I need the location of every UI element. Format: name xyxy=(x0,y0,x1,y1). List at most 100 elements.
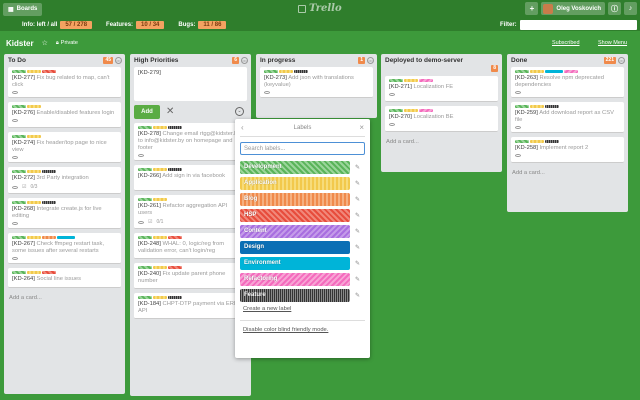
label-option-development[interactable]: Development ✎ xyxy=(240,161,365,174)
board-title[interactable]: Kidster xyxy=(6,39,34,48)
card[interactable]: [KD-267] Check ffmpeg restart task, some… xyxy=(8,233,121,264)
star-icon[interactable]: ☆ xyxy=(42,39,48,47)
card[interactable]: [KD-261] Refactor aggregation API users … xyxy=(134,195,247,229)
label-chip[interactable]: Environment xyxy=(240,257,350,270)
label-option-environment[interactable]: Environment ✎ xyxy=(240,257,365,270)
card[interactable]: [KD-277] Fix bug related to map, can't c… xyxy=(8,67,121,98)
features-stat-value: 10 / 34 xyxy=(136,20,165,29)
list-deployed: Deployed to demo-server 8 [KD-271] Local… xyxy=(381,54,502,172)
list-title[interactable]: Deployed to demo-server xyxy=(385,57,463,64)
label-chip[interactable]: HSP xyxy=(240,209,350,222)
boards-button[interactable]: ▦ Boards xyxy=(3,2,43,16)
card[interactable]: [KD-276] Enable/disabled features login xyxy=(8,102,121,128)
card[interactable]: [KD-258] Implement report 2 xyxy=(511,137,624,163)
add-card-link[interactable]: Add a card... xyxy=(4,292,125,307)
watch-icon xyxy=(515,91,521,94)
notification-bell-icon[interactable]: ♪ xyxy=(624,2,637,15)
label-option-design[interactable]: Design ✎ xyxy=(240,241,365,254)
card-composer-textarea[interactable]: [KD-279] xyxy=(134,67,247,101)
card[interactable]: [KD-264] Social line issues xyxy=(8,268,121,288)
list-menu-icon[interactable]: ••• xyxy=(115,57,122,64)
pencil-icon[interactable]: ✎ xyxy=(355,196,360,203)
user-name: Oleg Voskovich xyxy=(556,5,601,12)
pencil-icon[interactable]: ✎ xyxy=(355,244,360,251)
user-menu-button[interactable]: Oleg Voskovich xyxy=(541,2,605,15)
label-option-refactoring[interactable]: Refactoring ✎ xyxy=(240,273,365,286)
label-option-blog[interactable]: Blog ✎ xyxy=(240,193,365,206)
label-chip[interactable]: Design xyxy=(240,241,350,254)
add-card-link[interactable]: Add a card... xyxy=(381,136,502,151)
label-option-content[interactable]: Content ✎ xyxy=(240,225,365,238)
card[interactable]: [KD-273] Add json with translations (key… xyxy=(260,67,373,98)
list-count-badge: 221 xyxy=(603,57,616,64)
list-title[interactable]: In progress xyxy=(260,57,295,64)
show-menu-link[interactable]: Show Menu xyxy=(598,40,627,46)
list-menu-icon[interactable]: ••• xyxy=(618,57,625,64)
pencil-icon[interactable]: ✎ xyxy=(355,228,360,235)
watch-icon xyxy=(515,154,521,157)
label-option-feature[interactable]: Feature ✎ xyxy=(240,289,365,302)
label-chip[interactable]: Development xyxy=(240,161,350,174)
subscribed-link[interactable]: Subscribed xyxy=(552,40,580,46)
add-card-button[interactable]: Add xyxy=(134,104,160,119)
list-high-priorities: High Priorities 6 ••• [KD-279] Add ✕ ⌄ [… xyxy=(130,54,251,396)
filter-input[interactable] xyxy=(520,20,637,30)
card[interactable]: [KD-240] Fix update parent phone number xyxy=(134,263,247,289)
card[interactable]: [KD-272] 3rd Party integration ☑ 0/3 xyxy=(8,167,121,194)
colorblind-mode-link[interactable]: Disable color blind friendly mode. xyxy=(243,327,365,333)
pencil-icon[interactable]: ✎ xyxy=(355,276,360,283)
boards-icon: ▦ xyxy=(8,6,14,13)
back-chevron-icon[interactable]: ‹ xyxy=(241,123,244,132)
card[interactable]: [KD-248] WHAL: 0, logic/reg from validat… xyxy=(134,233,247,259)
list-title[interactable]: To Do xyxy=(8,57,26,64)
add-icon[interactable]: + xyxy=(525,2,539,15)
list-menu-icon[interactable]: ••• xyxy=(241,57,248,64)
search-labels-input[interactable]: Search labels... xyxy=(240,142,365,155)
pencil-icon[interactable]: ✎ xyxy=(355,292,360,299)
label-chip[interactable]: Feature xyxy=(240,289,350,302)
list-title[interactable]: High Priorities xyxy=(134,57,178,64)
close-icon[interactable]: ✕ xyxy=(166,106,174,117)
pencil-icon[interactable]: ✎ xyxy=(355,212,360,219)
list-menu-icon[interactable]: ••• xyxy=(367,57,374,64)
card[interactable]: [KD-184] CHPT-DTP payment via ERIP-API xyxy=(134,293,247,319)
watch-icon xyxy=(389,123,395,126)
card[interactable]: [KD-263] Resolve npm deprecated dependen… xyxy=(511,67,624,98)
card[interactable]: [KD-271] Localization FE xyxy=(385,76,498,102)
card[interactable]: [KD-259] Add download report as CSV file xyxy=(511,102,624,133)
pencil-icon[interactable]: ✎ xyxy=(355,260,360,267)
bugs-stat-label: Bugs: xyxy=(178,21,196,28)
chevron-down-icon[interactable]: ⌄ xyxy=(235,107,244,116)
card[interactable]: [KD-270] Localization BE xyxy=(385,106,498,132)
trello-logo[interactable]: Trello xyxy=(298,3,342,14)
card[interactable]: [KD-278] Change email rtgg@kidster.by to… xyxy=(134,123,247,161)
card[interactable]: [KD-268] Integrate create.js for live ed… xyxy=(8,198,121,229)
label-option-application[interactable]: Application ✎ xyxy=(240,177,365,190)
label-chip[interactable]: Content xyxy=(240,225,350,238)
info-icon[interactable]: ⓘ xyxy=(608,2,621,15)
privacy-button[interactable]: 🔒︎ Private xyxy=(56,40,78,47)
add-card-link[interactable]: Add a card... xyxy=(507,167,628,182)
pencil-icon[interactable]: ✎ xyxy=(355,164,360,171)
filter-label: Filter: xyxy=(500,22,517,28)
list-title[interactable]: Done xyxy=(511,57,527,64)
label-chip[interactable]: Application xyxy=(240,177,350,190)
card-id: [KD-261] xyxy=(138,203,161,209)
top-bar: ▦ Boards Trello + Oleg Voskovich ⓘ ♪ xyxy=(0,0,640,18)
divider xyxy=(240,320,365,321)
card-id: [KD-268] xyxy=(12,206,35,212)
label-option-hsp[interactable]: HSP ✎ xyxy=(240,209,365,222)
pencil-icon[interactable]: ✎ xyxy=(355,180,360,187)
close-icon[interactable]: × xyxy=(359,123,364,132)
label-chip[interactable]: Refactoring xyxy=(240,273,350,286)
list-todo: To Do 45 ••• [KD-277] Fix bug related to… xyxy=(4,54,125,394)
label-chip[interactable]: Blog xyxy=(240,193,350,206)
watch-icon xyxy=(12,91,18,94)
card-text: Enable/disabled features login xyxy=(36,110,115,116)
checklist-count: 0/3 xyxy=(30,184,38,190)
card[interactable]: [KD-266] Add sign in via facebook xyxy=(134,165,247,191)
popover-title: Labels xyxy=(293,124,312,131)
card[interactable]: [KD-274] Fix header/top page to nice vie… xyxy=(8,132,121,163)
privacy-label: Private xyxy=(60,40,78,46)
create-label-link[interactable]: Create a new label xyxy=(243,306,365,312)
